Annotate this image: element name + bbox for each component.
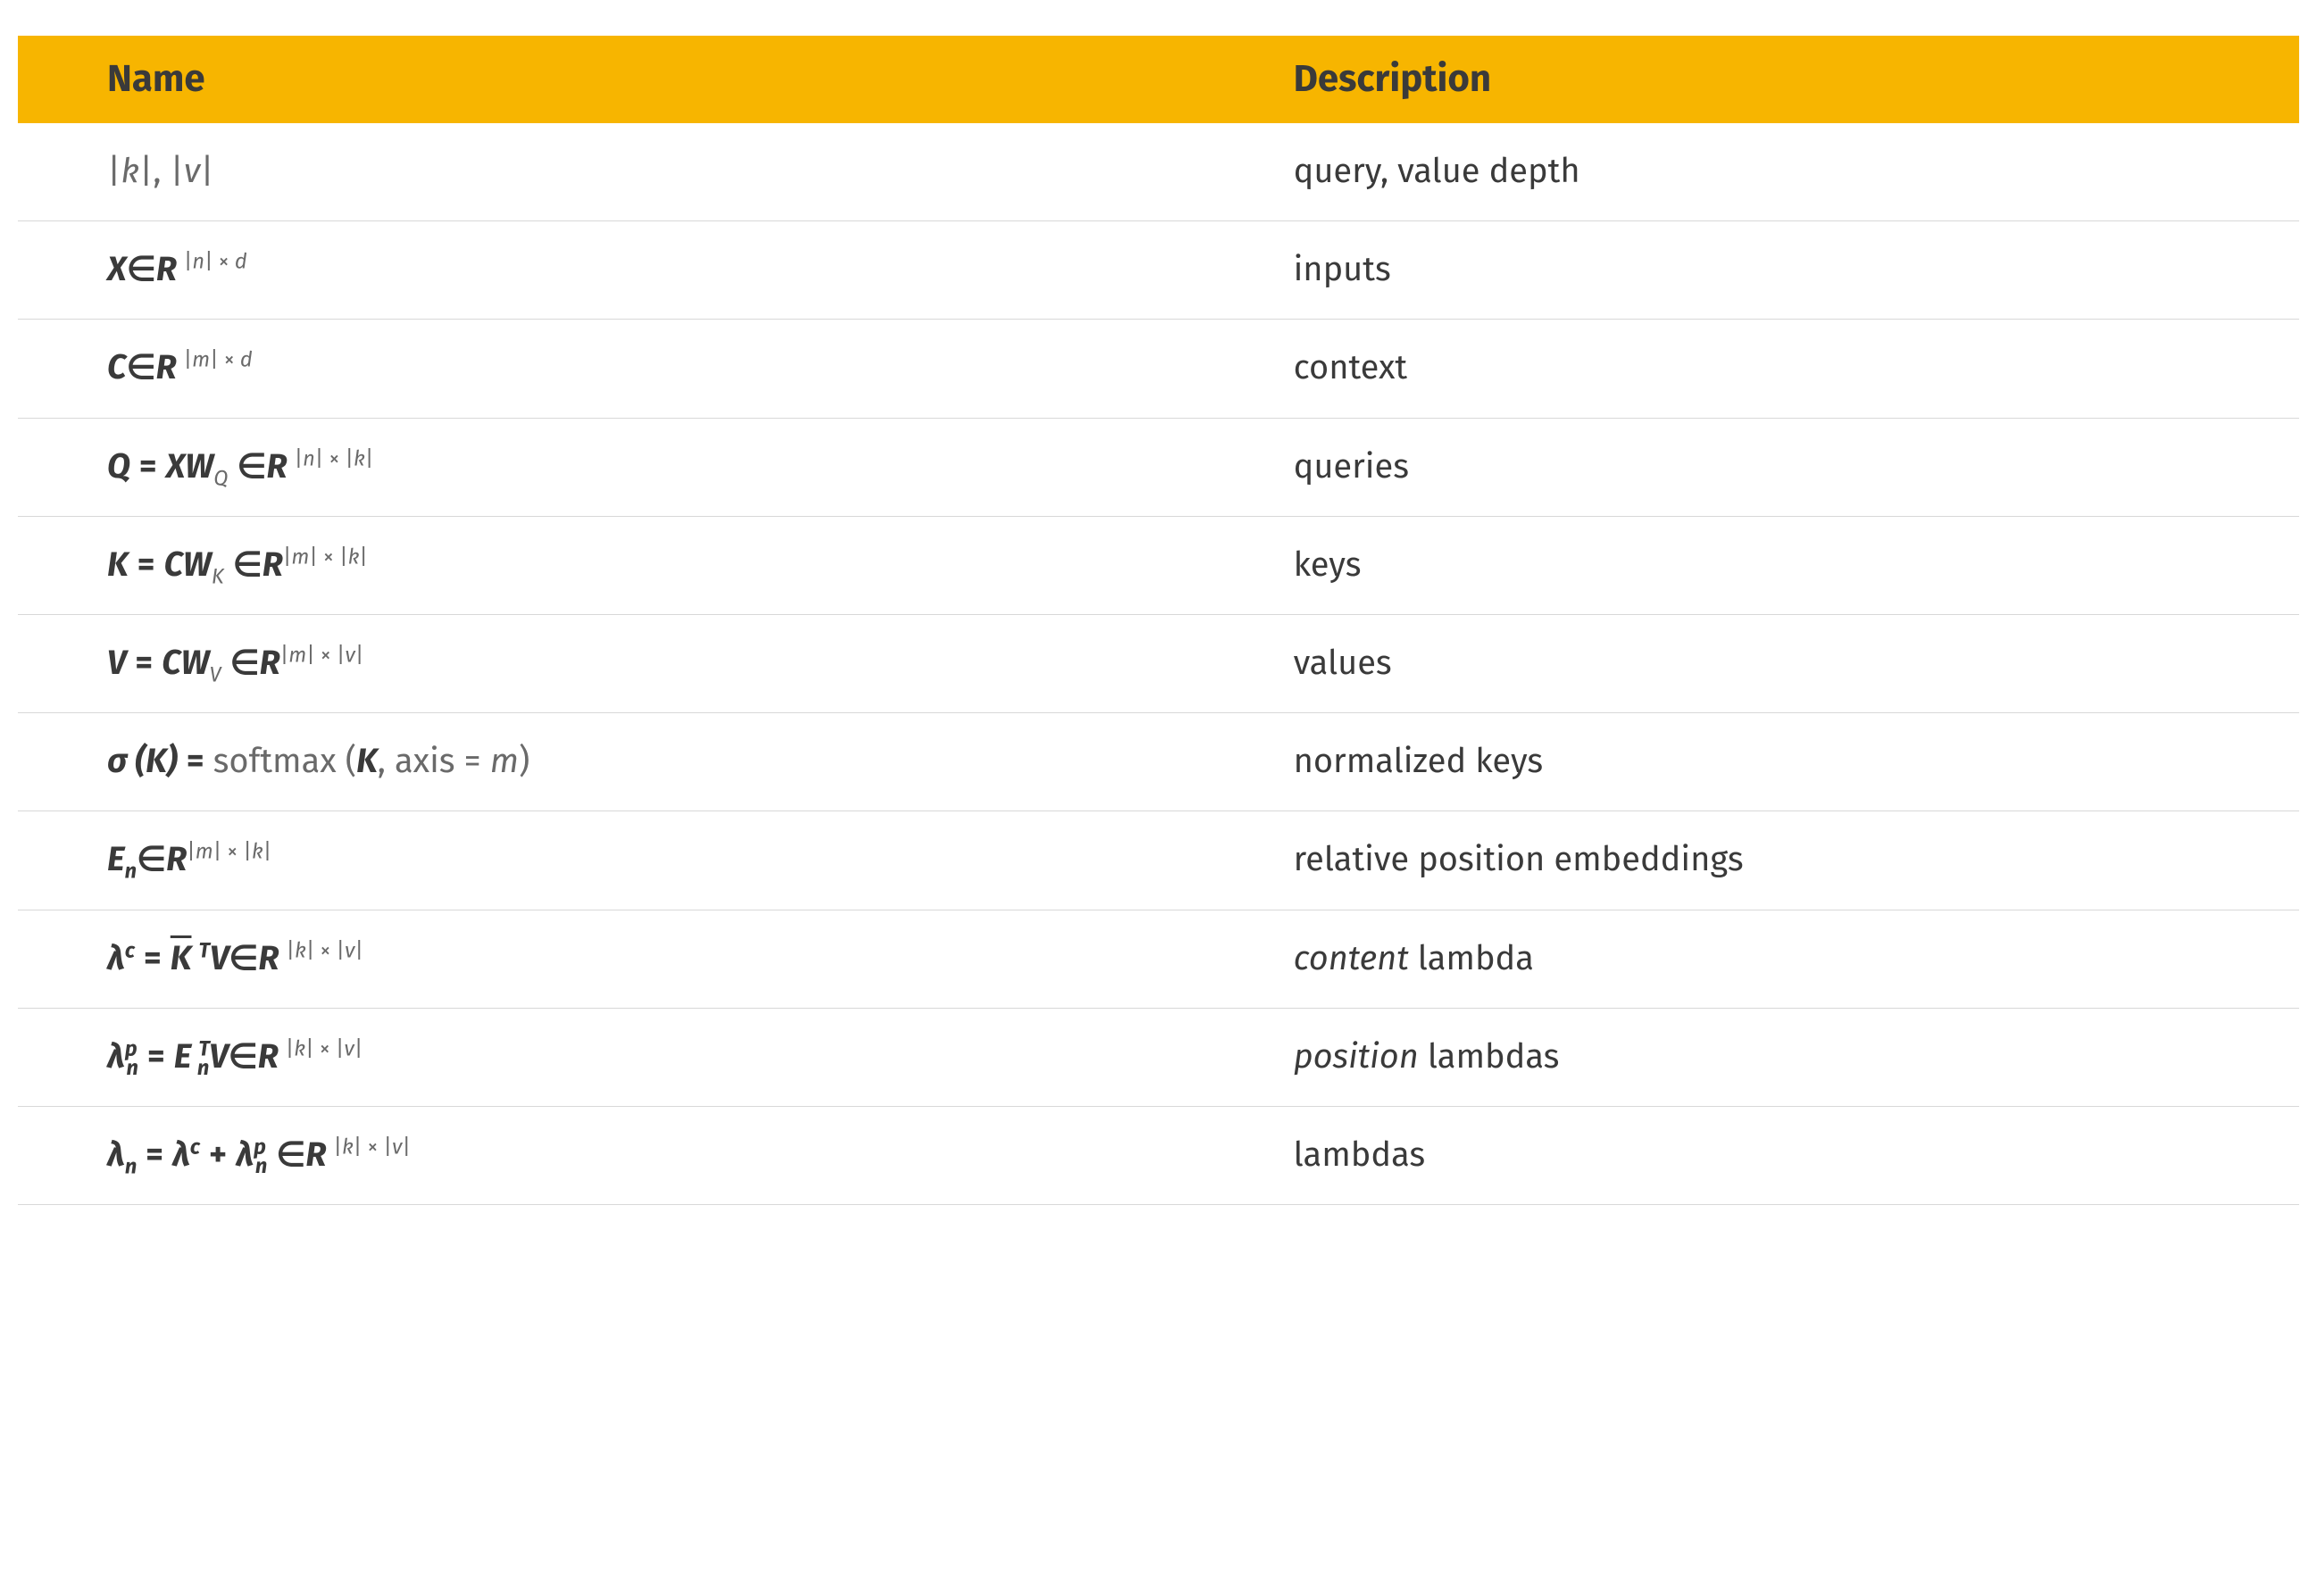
formula-cell: V = CWV ∈R|m| × |v| xyxy=(18,614,1204,712)
description-cell: inputs xyxy=(1204,221,2299,320)
table-body: |k|, |v| query, value depth X∈R|n| × d i… xyxy=(18,123,2299,1205)
formula-cell: σ (K) = softmax (K, axis = m) xyxy=(18,713,1204,811)
description-cell: content lambda xyxy=(1204,910,2299,1008)
table-row: V = CWV ∈R|m| × |v| values xyxy=(18,614,2299,712)
table-row: C∈R|m| × d context xyxy=(18,320,2299,418)
table-row: σ (K) = softmax (K, axis = m) normalized… xyxy=(18,713,2299,811)
table-row: |k|, |v| query, value depth xyxy=(18,123,2299,221)
formula-cell: Q = XWQ ∈R|n| × |k| xyxy=(18,418,1204,516)
description-cell: query, value depth xyxy=(1204,123,2299,221)
table-row: λn = λc + λpn ∈R|k| × |v| lambdas xyxy=(18,1106,2299,1204)
description-cell: normalized keys xyxy=(1204,713,2299,811)
table-row: λpn = ETnV∈R|k| × |v| position lambdas xyxy=(18,1008,2299,1106)
description-cell: keys xyxy=(1204,516,2299,614)
description-cell: relative position embeddings xyxy=(1204,811,2299,910)
table-row: En∈R|m| × |k| relative position embeddin… xyxy=(18,811,2299,910)
formula-cell: |k|, |v| xyxy=(18,123,1204,221)
formula-cell: En∈R|m| × |k| xyxy=(18,811,1204,910)
table-row: λc = KTV∈R|k| × |v| content lambda xyxy=(18,910,2299,1008)
formula-cell: K = CWK ∈R|m| × |k| xyxy=(18,516,1204,614)
formula-cell: λn = λc + λpn ∈R|k| × |v| xyxy=(18,1106,1204,1204)
formula-cell: λpn = ETnV∈R|k| × |v| xyxy=(18,1008,1204,1106)
table-row: K = CWK ∈R|m| × |k| keys xyxy=(18,516,2299,614)
table-row: X∈R|n| × d inputs xyxy=(18,221,2299,320)
formula-cell: X∈R|n| × d xyxy=(18,221,1204,320)
column-header-name: Name xyxy=(18,36,1204,123)
formula-cell: λc = KTV∈R|k| × |v| xyxy=(18,910,1204,1008)
description-cell: queries xyxy=(1204,418,2299,516)
notation-table-container: Name Description |k|, |v| query, value d… xyxy=(18,36,2299,1205)
description-cell: lambdas xyxy=(1204,1106,2299,1204)
table-row: Q = XWQ ∈R|n| × |k| queries xyxy=(18,418,2299,516)
description-cell: values xyxy=(1204,614,2299,712)
formula-cell: C∈R|m| × d xyxy=(18,320,1204,418)
table-header-row: Name Description xyxy=(18,36,2299,123)
description-cell: context xyxy=(1204,320,2299,418)
column-header-description: Description xyxy=(1204,36,2299,123)
notation-table: Name Description |k|, |v| query, value d… xyxy=(18,36,2299,1205)
description-cell: position lambdas xyxy=(1204,1008,2299,1106)
